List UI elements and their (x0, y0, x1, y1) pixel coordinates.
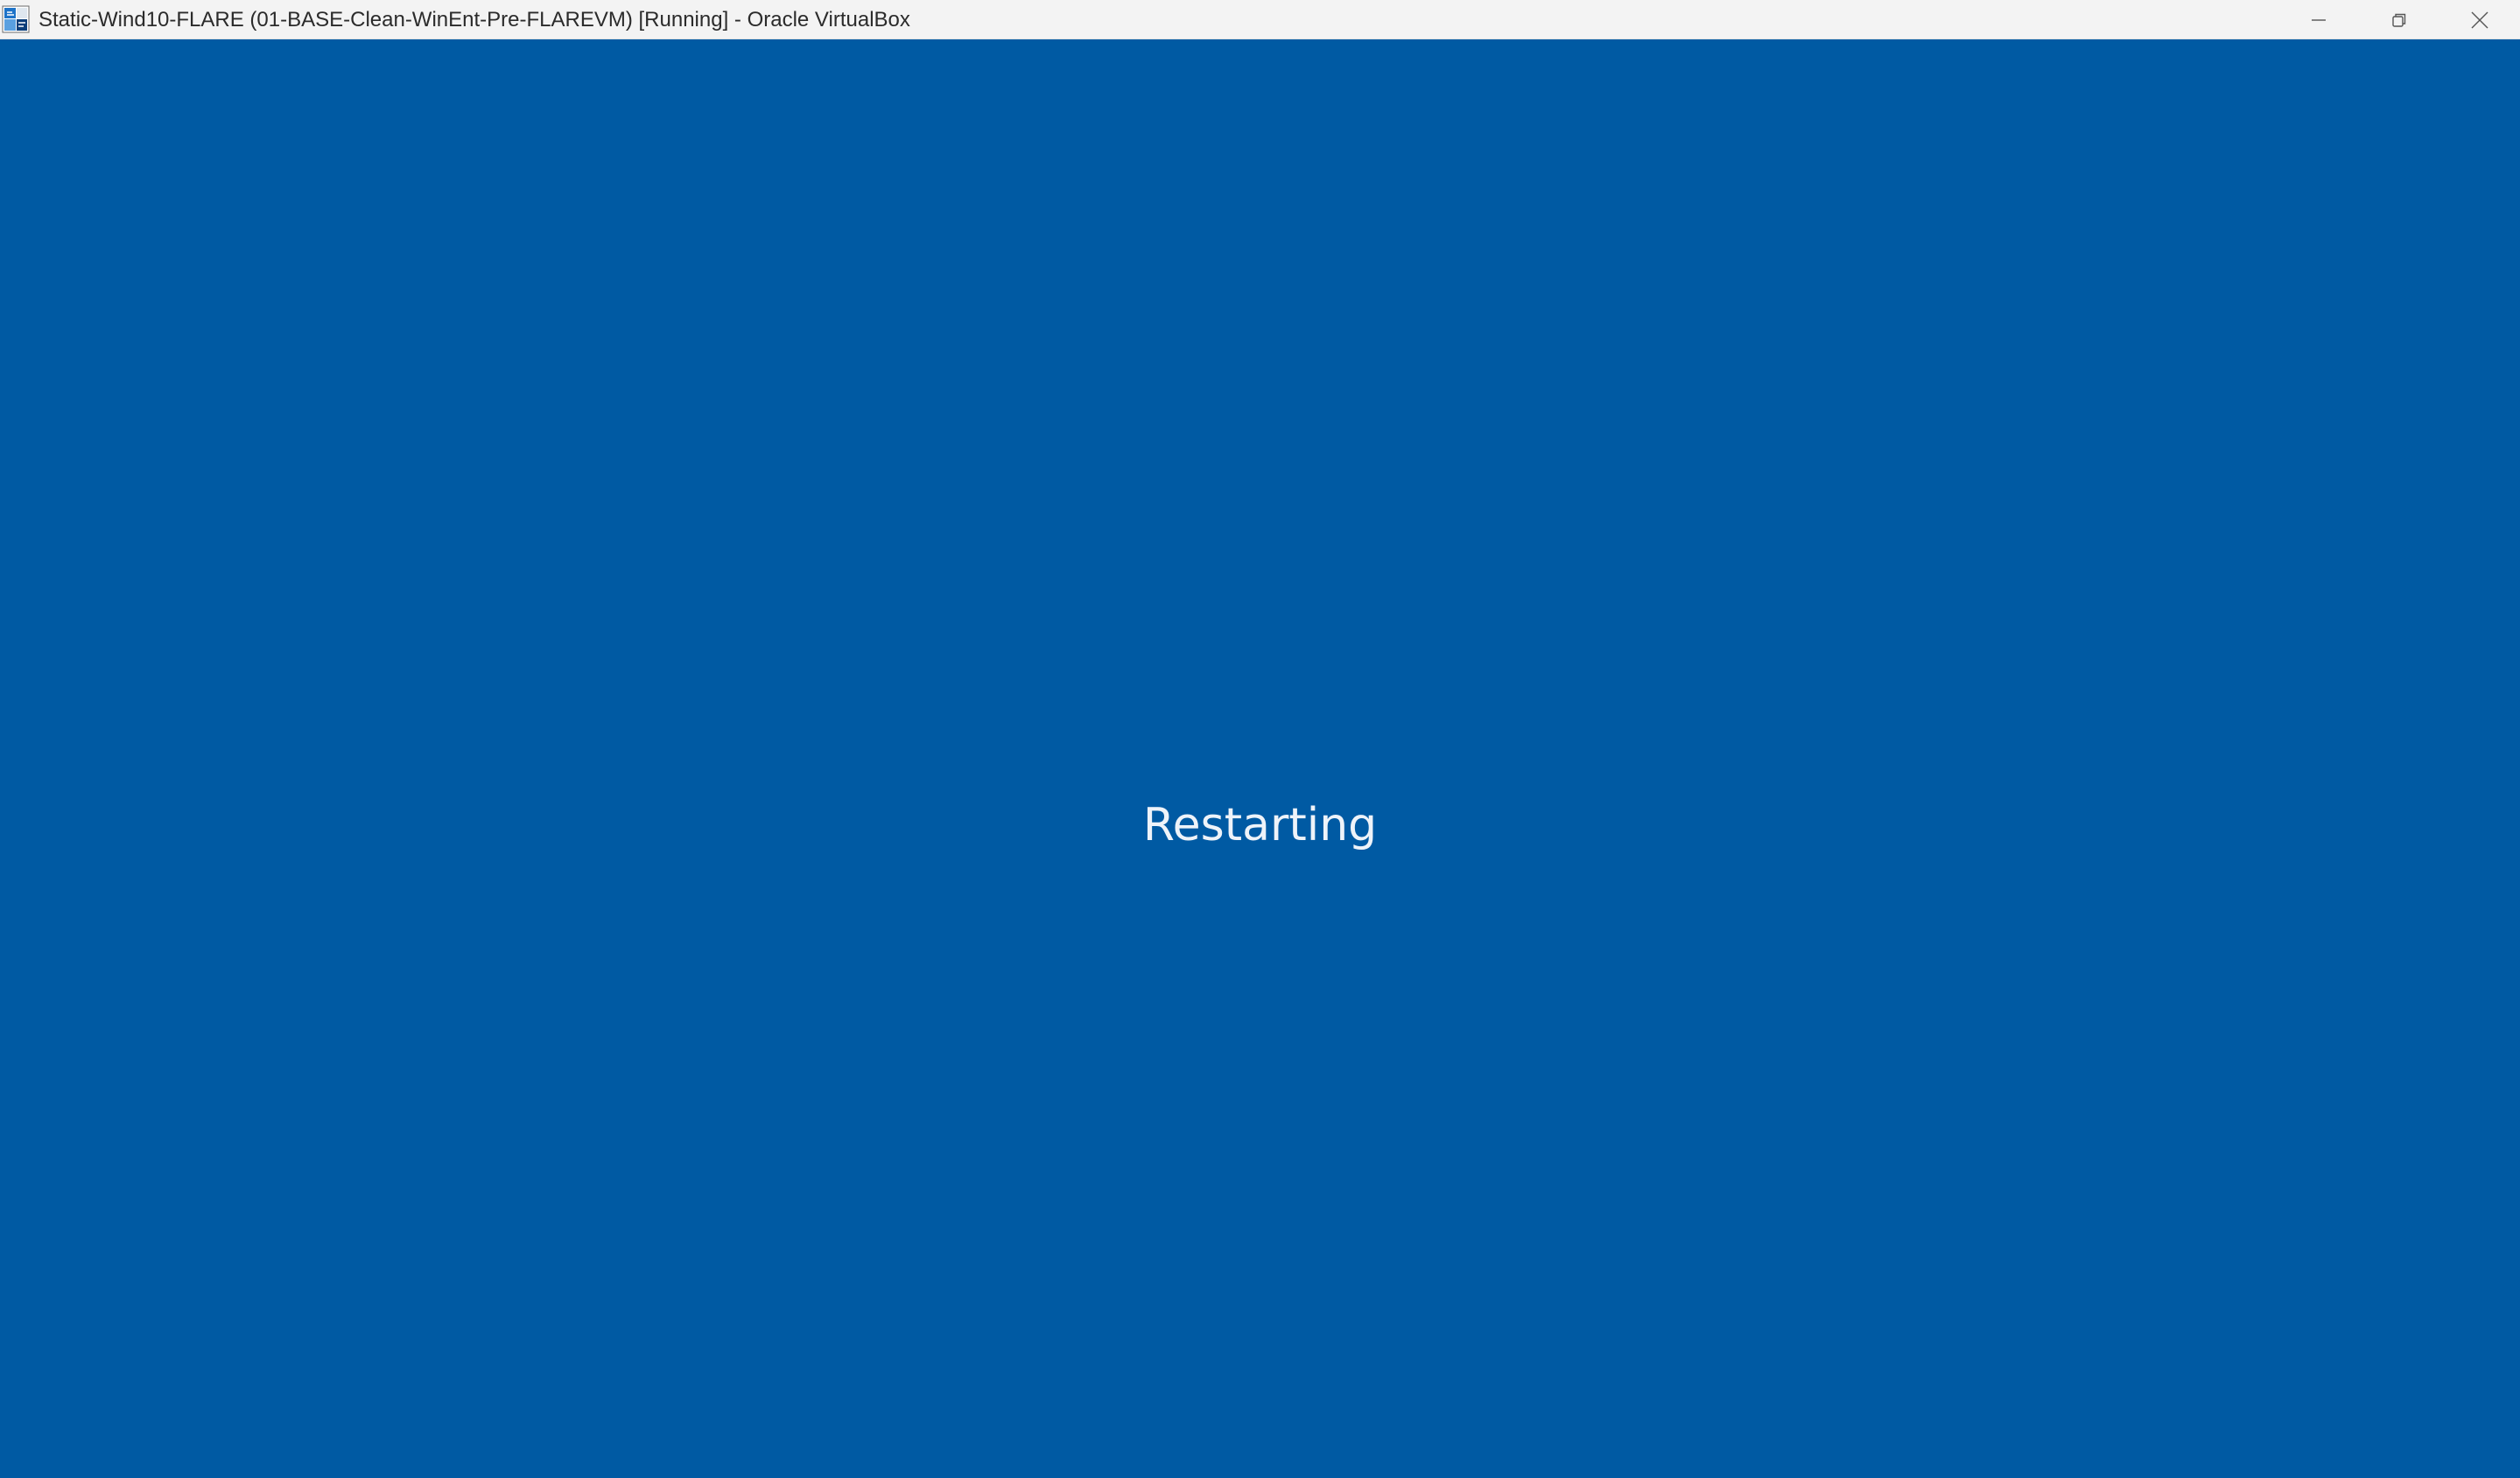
title-bar[interactable]: Static-Wind10-FLARE (01-BASE-Clean-WinEn… (0, 0, 2520, 39)
guest-display[interactable] (0, 39, 2520, 1478)
restarting-status-text: Restarting (1142, 799, 1378, 851)
restore-icon (2390, 11, 2408, 29)
close-icon (2470, 11, 2489, 30)
window-title: Static-Wind10-FLARE (01-BASE-Clean-WinEn… (39, 8, 910, 32)
virtualbox-window: Static-Wind10-FLARE (01-BASE-Clean-WinEn… (0, 0, 2520, 1478)
close-button[interactable] (2439, 0, 2520, 39)
minimize-icon (2310, 11, 2327, 29)
virtualbox-app-icon[interactable] (2, 5, 30, 33)
window-controls (2278, 0, 2520, 39)
restore-button[interactable] (2359, 0, 2439, 39)
minimize-button[interactable] (2278, 0, 2359, 39)
